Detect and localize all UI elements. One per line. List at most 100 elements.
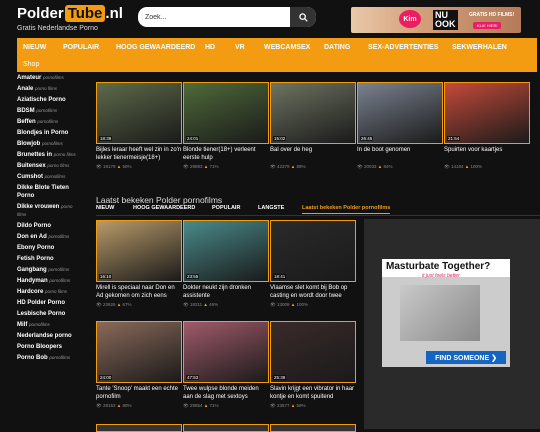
sidebar-item-label: Dikke Blote Tieten Porno [17, 185, 69, 199]
tab-populair[interactable]: POPULAIR [212, 205, 240, 211]
sidebar-item-17[interactable]: Handyman pornofilms [17, 277, 77, 285]
video-duration: 25:39 [273, 375, 287, 380]
video-title[interactable]: Dokter neukt zijn dronken assistente [183, 284, 269, 300]
tabs-divider [96, 215, 540, 216]
video-views: 29854 [189, 403, 203, 408]
video-thumbnail[interactable]: 18:39 [96, 82, 182, 144]
video-duration: 18:39 [99, 136, 113, 141]
nav-item-hd[interactable]: HD [205, 44, 215, 51]
sidebar-item-tag: pornofilms [37, 119, 59, 124]
search-button[interactable] [290, 7, 316, 27]
sidebar-item-9[interactable]: Cumshot pornofilms [17, 173, 77, 181]
video-meta: 👁 18311 ▲ 46% [183, 302, 269, 308]
video-title[interactable]: Twee wulpse blonde meiden aan de slag me… [183, 385, 269, 401]
sidebar-item-12[interactable]: Dildo Porno [17, 222, 77, 230]
video-duration: 15:02 [273, 136, 287, 141]
video-card[interactable]: 18:41 Vlaamse slet komt bij Bob op castin… [270, 220, 356, 308]
sidebar-item-13[interactable]: Don en Ad pornofilms [17, 233, 77, 241]
nav-item-nieuw[interactable]: NIEUW [23, 44, 46, 51]
video-card[interactable]: 15:02 Bal over de heg 👁 42379 ▲ 89% [270, 82, 356, 170]
video-thumbnail[interactable] [270, 424, 356, 432]
video-title[interactable]: Spuirten voor kaartjes [444, 146, 530, 162]
video-thumbnail[interactable]: 47:53 [183, 321, 269, 383]
site-logo[interactable]: Polder Tube .nl [17, 5, 123, 22]
video-views: 14184 [450, 164, 464, 169]
nav-item-webcamsex[interactable]: WEBCAMSEX [264, 44, 310, 51]
sidebar-item-15[interactable]: Fetish Porno [17, 255, 77, 263]
sidebar-item-label: Porno Bob [17, 355, 48, 361]
video-title[interactable]: Slavin krijgt een vibrator in haar kontj… [270, 385, 356, 401]
views-icon: 👁 [444, 164, 451, 169]
video-thumbnail[interactable]: 25:39 [270, 321, 356, 383]
nav-item-vr[interactable]: VR [235, 44, 245, 51]
video-card[interactable]: 16:10 Mirell is speciaal naar Don en Ad g… [96, 220, 182, 308]
banner-nu-ook: NU OOK [433, 10, 458, 30]
video-title[interactable]: In de boot genomen [357, 146, 443, 162]
nav-item-sekwerhalen[interactable]: SEKWERHALEN [452, 44, 507, 51]
tab-langste[interactable]: LANGSTE [258, 205, 284, 211]
tab-hoog-gewaardeerd[interactable]: HOOG GEWAARDEERD [133, 205, 195, 211]
video-thumbnail[interactable]: 16:10 [96, 220, 182, 282]
sidebar-item-19[interactable]: HD Polder Porno [17, 299, 77, 307]
video-card[interactable]: 26:45 In de boot genomen 👁 20033 ▲ 84% [357, 82, 443, 170]
sidebar-item-label: Gangbang [17, 267, 47, 273]
sidebar-item-1[interactable]: Anale porno films [17, 85, 77, 93]
sidebar-item-18[interactable]: Hardcore porno films [17, 288, 77, 296]
video-card[interactable]: 18:39 Bijles leraar heeft wel zin in zo'n… [96, 82, 182, 170]
video-card[interactable]: 23:55 Dokter neukt zijn dronken assistent… [183, 220, 269, 308]
sidebar-item-16[interactable]: Gangbang pornofilms [17, 266, 77, 274]
sidebar-item-4[interactable]: Beffen pornofilms [17, 118, 77, 126]
video-thumbnail[interactable]: 18:41 [270, 220, 356, 282]
sidebar-item-2[interactable]: Aziatische Porno [17, 96, 77, 104]
nav-item-hoog-gewaardeerd[interactable]: HOOG GEWAARDEERD [116, 44, 195, 51]
video-card[interactable]: 25:39 Slavin krijgt een vibrator in haar … [270, 321, 356, 409]
video-title[interactable]: Blonde tiener(18+) verleent eerste hulp [183, 146, 269, 162]
banner-klik-button[interactable]: KLIK HIER! [473, 22, 502, 29]
nav-item-populair[interactable]: POPULAIR [63, 44, 99, 51]
video-title[interactable]: Tante 'Snoop' maakt een echte pornofilm [96, 385, 182, 401]
sidebar-item-7[interactable]: Brunettes in porno films [17, 151, 77, 159]
sidebar-item-10[interactable]: Dikke Blote Tieten Porno [17, 184, 77, 200]
video-views: 18311 [189, 302, 203, 307]
sidebar-item-23[interactable]: Porno Bloopers [17, 343, 77, 351]
video-thumbnail[interactable]: 24:00 [96, 321, 182, 383]
video-card[interactable]: 21:54 Spuirten voor kaartjes 👁 14184 ▲ 100… [444, 82, 530, 170]
sidebar-item-11[interactable]: Dikke vrouwen porno films [17, 203, 77, 219]
views-icon: 👁 [270, 403, 277, 408]
sidebar-item-8[interactable]: Buitensex porno films [17, 162, 77, 170]
video-thumbnail[interactable]: 26:45 [357, 82, 443, 144]
video-title[interactable]: Mirell is speciaal naar Don en Ad gekome… [96, 284, 182, 300]
search-input[interactable] [138, 7, 290, 27]
video-thumbnail[interactable] [183, 424, 269, 432]
video-card[interactable]: 47:53 Twee wulpse blonde meiden aan de sl… [183, 321, 269, 409]
video-thumbnail[interactable]: 21:54 [444, 82, 530, 144]
sidebar-item-22[interactable]: Nederlandse porno [17, 332, 77, 340]
logo-text-polder: Polder [17, 5, 64, 22]
sidebar-item-14[interactable]: Ebony Porno [17, 244, 77, 252]
tab-laatst-bekeken[interactable]: Laatst bekeken Polder pornofilms [302, 205, 391, 214]
sidebar-item-20[interactable]: Lesbische Porno [17, 310, 77, 318]
sidebar-item-3[interactable]: BDSM pornofilms [17, 107, 77, 115]
video-thumbnail[interactable] [96, 424, 182, 432]
video-title[interactable]: Bal over de heg [270, 146, 356, 162]
tab-nieuw[interactable]: NIEUW [96, 205, 114, 211]
sidebar-item-5[interactable]: Blondjes in Porno [17, 129, 77, 137]
video-thumbnail[interactable]: 24:01 [183, 82, 269, 144]
video-title[interactable]: Bijles leraar heeft wel zin in zo'n lekk… [96, 146, 182, 162]
header-ad-banner[interactable]: Kim NU OOK GRATIS HD FILMS! KLIK HIER! [351, 7, 521, 33]
nav-item-dating[interactable]: DATING [324, 44, 350, 51]
video-thumbnail[interactable]: 23:55 [183, 220, 269, 282]
sidebar-item-24[interactable]: Porno Bob pornofilms [17, 354, 77, 362]
video-card[interactable]: 24:01 Blonde tiener(18+) verleent eerste … [183, 82, 269, 170]
video-thumbnail[interactable]: 15:02 [270, 82, 356, 144]
dating-ad[interactable]: Masturbate Together? it just feels bette… [382, 259, 510, 367]
video-title[interactable]: Vlaamse slet komt bij Bob op casting en … [270, 284, 356, 300]
nav-item-shop[interactable]: Shop [23, 61, 39, 68]
video-card[interactable]: 24:00 Tante 'Snoop' maakt een echte porno… [96, 321, 182, 409]
sidebar-item-tag: pornofilms [36, 108, 58, 113]
sidebar-item-21[interactable]: Milf pornofilms [17, 321, 77, 329]
sidebar-item-6[interactable]: Blowjob pornofilms [17, 140, 77, 148]
nav-item-sex-advertenties[interactable]: SEX-ADVERTENTIES [368, 44, 438, 51]
sidebar-item-0[interactable]: Amateur pornofilms [17, 74, 77, 82]
ad-find-someone-button[interactable]: FIND SOMEONE ❯ [426, 351, 506, 364]
